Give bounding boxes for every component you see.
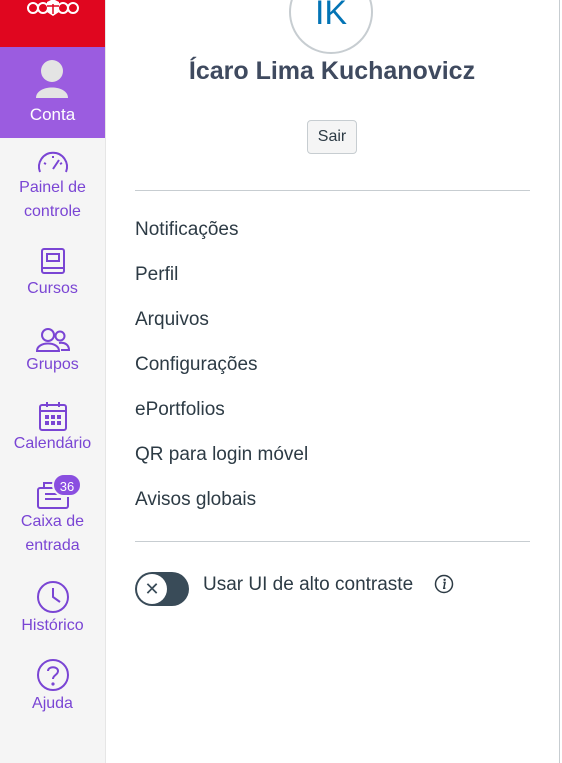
nav-item-courses[interactable]: Cursos xyxy=(0,247,105,301)
nav-item-help[interactable]: Ajuda xyxy=(0,658,105,716)
toggle-off-icon: ✕ xyxy=(137,574,167,604)
app-root: Conta Painel de controle Cursos Grupos C… xyxy=(0,0,562,763)
link-notifications[interactable]: Notificações xyxy=(135,219,239,241)
nav-item-history[interactable]: Histórico xyxy=(0,580,105,638)
groups-icon xyxy=(35,328,70,352)
logo-icon xyxy=(26,0,79,16)
nav-item-inbox[interactable]: 36 Caixa de entrada xyxy=(0,473,105,558)
link-global-announcements[interactable]: Avisos globais xyxy=(135,489,256,511)
inbox-unread-badge: 36 xyxy=(52,473,82,497)
nav-account-label: Conta xyxy=(29,105,76,124)
account-tray: IK Ícaro Lima Kuchanovicz Sair Notificaç… xyxy=(106,0,558,763)
high-contrast-label: Usar UI de alto contraste xyxy=(203,574,414,595)
info-icon[interactable] xyxy=(434,574,454,594)
user-name: Ícaro Lima Kuchanovicz xyxy=(188,57,476,85)
high-contrast-toggle[interactable]: ✕ xyxy=(135,572,189,606)
divider-bottom xyxy=(135,541,530,542)
brand-logo[interactable] xyxy=(0,0,105,47)
calendar-icon xyxy=(38,402,67,431)
nav-item-courses-label: Cursos xyxy=(27,280,78,297)
nav-item-calendar[interactable]: Calendário xyxy=(0,400,105,456)
help-icon xyxy=(36,659,69,691)
link-files[interactable]: Arquivos xyxy=(135,309,209,331)
nav-item-groups-label: Grupos xyxy=(26,356,79,373)
link-profile[interactable]: Perfil xyxy=(135,264,178,286)
user-avatar-initials: IK xyxy=(314,0,348,32)
history-icon xyxy=(36,581,69,613)
nav-item-dashboard[interactable]: Painel de controle xyxy=(0,150,105,224)
user-avatar-icon xyxy=(36,60,68,98)
account-avatar xyxy=(34,58,70,98)
courses-icon xyxy=(40,248,65,274)
dashboard-icon xyxy=(37,151,68,173)
link-qr-mobile-login[interactable]: QR para login móvel xyxy=(135,444,308,466)
link-eportfolios[interactable]: ePortfolios xyxy=(135,399,225,421)
user-avatar: IK xyxy=(289,0,373,54)
nav-item-dashboard-label-2: controle xyxy=(24,203,81,220)
global-navigation: Conta Painel de controle Cursos Grupos C… xyxy=(0,0,106,763)
nav-item-inbox-label-2: entrada xyxy=(25,537,80,554)
nav-item-help-label: Ajuda xyxy=(32,695,73,712)
link-settings[interactable]: Configurações xyxy=(135,354,258,376)
nav-item-groups[interactable]: Grupos xyxy=(0,327,105,377)
nav-account[interactable]: Conta xyxy=(0,47,105,138)
nav-item-calendar-label: Calendário xyxy=(13,435,92,452)
nav-item-inbox-label-1: Caixa de xyxy=(20,513,85,530)
nav-item-history-label: Histórico xyxy=(21,617,84,634)
divider-top xyxy=(135,190,530,191)
logout-button[interactable]: Sair xyxy=(307,120,357,154)
nav-item-dashboard-label-1: Painel de xyxy=(19,179,86,196)
